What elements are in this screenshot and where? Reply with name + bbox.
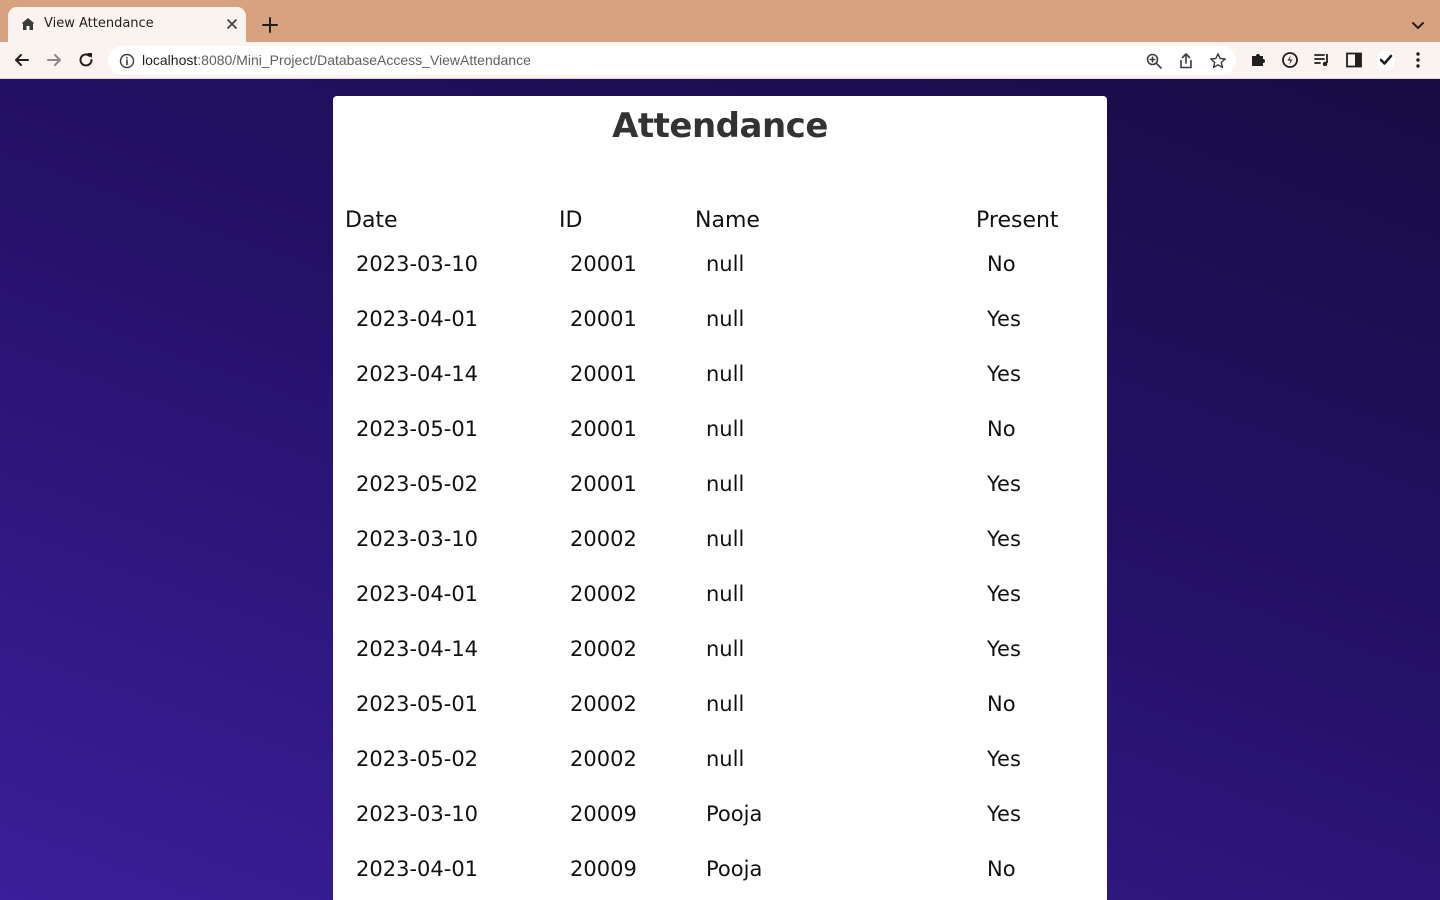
- star-icon[interactable]: [1209, 52, 1227, 70]
- back-arrow-icon[interactable]: [12, 50, 32, 70]
- page-title: Attendance: [612, 106, 828, 146]
- url-text[interactable]: localhost:8080/Mini_Project/DatabaseAcce…: [142, 52, 531, 68]
- forward-arrow-icon[interactable]: [44, 50, 64, 70]
- present-cell: No: [987, 252, 1016, 276]
- profile-icon[interactable]: [1376, 50, 1396, 70]
- attendance-card: Attendance Date ID Name Present 2023-03-…: [333, 96, 1107, 900]
- date-cell: 2023-04-14: [356, 637, 479, 661]
- browser-tab[interactable]: View Attendance: [8, 7, 246, 42]
- table-row: 2023-03-10 20009 Pooja Yes: [333, 802, 1107, 857]
- date-cell: 2023-04-01: [356, 307, 479, 331]
- name-cell: null: [706, 362, 745, 386]
- name-cell: null: [706, 527, 745, 551]
- date-cell: 2023-05-01: [356, 417, 479, 441]
- present-cell: No: [987, 417, 1016, 441]
- column-header-date: Date: [345, 208, 398, 233]
- info-icon[interactable]: [119, 53, 135, 69]
- id-cell: 20001: [570, 417, 637, 441]
- date-cell: 2023-04-14: [356, 362, 479, 386]
- date-cell: 2023-05-02: [356, 747, 479, 771]
- name-cell: null: [706, 472, 745, 496]
- column-header-name: Name: [695, 208, 760, 233]
- browser-tab-strip: View Attendance: [0, 0, 1440, 42]
- more-vert-icon[interactable]: [1408, 50, 1428, 70]
- name-cell: Pooja: [706, 857, 763, 881]
- name-cell: null: [706, 637, 745, 661]
- puzzle-icon[interactable]: [1248, 50, 1268, 70]
- column-header-id: ID: [559, 208, 583, 233]
- id-cell: 20001: [570, 252, 637, 276]
- page-viewport: Attendance Date ID Name Present 2023-03-…: [0, 79, 1440, 900]
- id-cell: 20002: [570, 637, 637, 661]
- column-header-present: Present: [976, 208, 1059, 233]
- name-cell: Pooja: [706, 802, 763, 826]
- id-cell: 20002: [570, 527, 637, 551]
- browser-toolbar: localhost:8080/Mini_Project/DatabaseAcce…: [0, 42, 1440, 79]
- id-cell: 20001: [570, 307, 637, 331]
- id-cell: 20009: [570, 857, 637, 881]
- id-cell: 20001: [570, 472, 637, 496]
- present-cell: Yes: [987, 637, 1021, 661]
- id-cell: 20009: [570, 802, 637, 826]
- table-row: 2023-04-01 20001 null Yes: [333, 307, 1107, 362]
- sidebar-icon[interactable]: [1344, 50, 1364, 70]
- table-row: 2023-04-01 20009 Pooja No: [333, 857, 1107, 900]
- extension-icon[interactable]: [1280, 50, 1300, 70]
- present-cell: No: [987, 857, 1016, 881]
- present-cell: Yes: [987, 362, 1021, 386]
- table-row: 2023-03-10 20001 null No: [333, 252, 1107, 307]
- present-cell: No: [987, 692, 1016, 716]
- address-bar[interactable]: localhost:8080/Mini_Project/DatabaseAcce…: [108, 46, 1236, 75]
- table-row: 2023-05-02 20002 null Yes: [333, 747, 1107, 802]
- share-icon[interactable]: [1177, 52, 1195, 70]
- present-cell: Yes: [987, 747, 1021, 771]
- media-icon[interactable]: [1312, 50, 1332, 70]
- zoom-icon[interactable]: [1145, 52, 1163, 70]
- present-cell: Yes: [987, 582, 1021, 606]
- name-cell: null: [706, 582, 745, 606]
- plus-icon[interactable]: [260, 15, 280, 35]
- date-cell: 2023-05-01: [356, 692, 479, 716]
- present-cell: Yes: [987, 307, 1021, 331]
- reload-icon[interactable]: [76, 50, 96, 70]
- name-cell: null: [706, 692, 745, 716]
- url-path: :8080/Mini_Project/DatabaseAccess_ViewAt…: [197, 52, 531, 68]
- name-cell: null: [706, 252, 745, 276]
- table-row: 2023-04-14 20002 null Yes: [333, 637, 1107, 692]
- name-cell: null: [706, 307, 745, 331]
- date-cell: 2023-03-10: [356, 252, 479, 276]
- present-cell: Yes: [987, 527, 1021, 551]
- id-cell: 20001: [570, 362, 637, 386]
- table-row: 2023-05-01 20001 null No: [333, 417, 1107, 472]
- close-icon[interactable]: [224, 16, 240, 32]
- chevron-down-icon[interactable]: [1408, 15, 1428, 35]
- tab-title: View Attendance: [44, 16, 154, 31]
- id-cell: 20002: [570, 747, 637, 771]
- table-row: 2023-05-02 20001 null Yes: [333, 472, 1107, 527]
- url-host: localhost: [142, 52, 198, 68]
- date-cell: 2023-04-01: [356, 857, 479, 881]
- table-row: 2023-04-01 20002 null Yes: [333, 582, 1107, 637]
- name-cell: null: [706, 417, 745, 441]
- date-cell: 2023-03-10: [356, 802, 479, 826]
- home-icon: [21, 18, 35, 30]
- table-row: 2023-03-10 20002 null Yes: [333, 527, 1107, 582]
- date-cell: 2023-03-10: [356, 527, 479, 551]
- present-cell: Yes: [987, 802, 1021, 826]
- date-cell: 2023-04-01: [356, 582, 479, 606]
- table-row: 2023-05-01 20002 null No: [333, 692, 1107, 747]
- date-cell: 2023-05-02: [356, 472, 479, 496]
- id-cell: 20002: [570, 692, 637, 716]
- present-cell: Yes: [987, 472, 1021, 496]
- table-row: 2023-04-14 20001 null Yes: [333, 362, 1107, 417]
- name-cell: null: [706, 747, 745, 771]
- id-cell: 20002: [570, 582, 637, 606]
